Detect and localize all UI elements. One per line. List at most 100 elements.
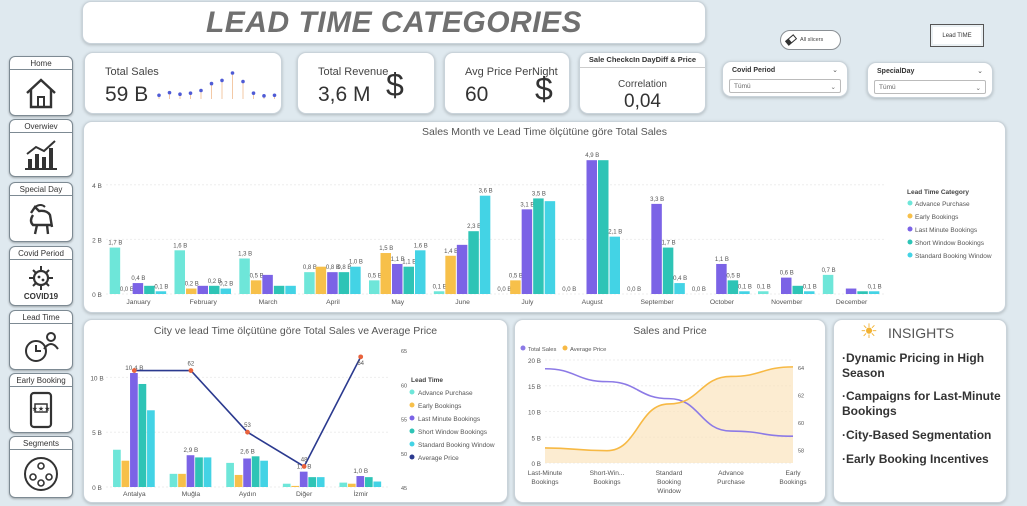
legend-marker bbox=[409, 454, 415, 460]
spark-point bbox=[209, 81, 214, 86]
insights-card: ☀ INSIGHTS ·Dynamic Pricing in High Seas… bbox=[833, 319, 1007, 503]
spark-point bbox=[199, 88, 203, 93]
bar bbox=[327, 272, 338, 294]
bar bbox=[243, 458, 251, 487]
bar bbox=[282, 483, 291, 487]
y-tick-label: 15 B bbox=[528, 384, 541, 391]
nav-covid-period-button[interactable]: Covid Period COVID19 bbox=[9, 246, 73, 306]
x-tick-label: January bbox=[126, 299, 151, 306]
bar bbox=[456, 244, 468, 294]
bar bbox=[468, 231, 479, 294]
bar bbox=[544, 201, 556, 294]
data-label: 1,1 B bbox=[715, 257, 729, 263]
legend-label: Advance Purchase bbox=[915, 201, 970, 208]
bar bbox=[857, 291, 868, 294]
nav-segments-button[interactable]: Segments bbox=[9, 436, 73, 498]
bar bbox=[758, 291, 769, 294]
legend-label: Short Window Bookings bbox=[915, 240, 985, 247]
special-day-select[interactable]: Tümü ⌄ bbox=[874, 80, 986, 94]
legend-marker bbox=[907, 239, 913, 245]
bar bbox=[792, 285, 803, 294]
x-tick-label: Booking bbox=[657, 479, 681, 486]
bar bbox=[674, 283, 685, 294]
x-tick-label: İzmir bbox=[353, 489, 368, 498]
covid-period-slicer-label: Covid Period bbox=[732, 67, 776, 74]
nav-label: Overwiev bbox=[10, 120, 72, 133]
bar bbox=[285, 285, 296, 294]
x-tick-label: Bookings bbox=[779, 479, 807, 486]
svg-text:★★★: ★★★ bbox=[32, 405, 51, 413]
legend-marker bbox=[409, 402, 415, 408]
y2-tick-label: 50 bbox=[401, 452, 407, 458]
bar bbox=[445, 255, 456, 294]
total-revenue-value: 3,6 M bbox=[318, 83, 371, 106]
y-tick-label: 10 B bbox=[528, 410, 541, 417]
data-label: 0,1 B bbox=[738, 284, 752, 290]
bar bbox=[155, 291, 167, 294]
nav-special-day-button[interactable]: Special Day bbox=[9, 182, 73, 242]
nav-early-booking-button[interactable]: Early Booking ★★★ bbox=[9, 373, 73, 433]
nav-overwiev-button[interactable]: Overwiev bbox=[9, 119, 73, 177]
covid-period-slicer[interactable]: Covid Period ⌄ Tümü ⌄ bbox=[722, 61, 848, 97]
data-label: 0,7 B bbox=[822, 268, 836, 274]
bar bbox=[291, 485, 300, 487]
nav-home-button[interactable]: Home bbox=[9, 56, 73, 116]
bar bbox=[868, 291, 880, 294]
lead-time-button[interactable]: Lead TIME bbox=[930, 24, 984, 47]
data-label: 1,3 B bbox=[238, 252, 252, 258]
nav-label: Home bbox=[10, 57, 72, 70]
data-label: 0,2 B bbox=[219, 282, 233, 288]
special-day-slicer-label: SpecialDay bbox=[877, 68, 915, 75]
total-sales-sparkline bbox=[157, 71, 277, 99]
spark-point bbox=[241, 79, 245, 84]
data-label: 0,0 B bbox=[627, 287, 641, 293]
legend-label: Short Window Bookings bbox=[418, 429, 488, 436]
all-slicers-button[interactable]: All slicers bbox=[780, 30, 841, 50]
data-label: 1,0 B bbox=[349, 260, 363, 266]
legend-marker bbox=[409, 428, 415, 434]
y-tick-label: 0 B bbox=[532, 461, 541, 468]
data-label: 1,7 B bbox=[662, 241, 676, 247]
legend-marker bbox=[907, 213, 913, 219]
x-tick-label: Standard bbox=[656, 470, 683, 477]
bar bbox=[433, 291, 445, 294]
bar bbox=[308, 477, 317, 487]
data-label: 0,1 B bbox=[757, 284, 771, 290]
data-label: 3,1 B bbox=[520, 202, 534, 208]
line-data-label: 53 bbox=[244, 423, 251, 429]
avg-price-value: 60 bbox=[465, 83, 489, 106]
sales-price-chart-card: Sales and Price 0 B5 B 10 B 15 B 20 B 58 60 62… bbox=[514, 319, 826, 503]
bar bbox=[132, 283, 144, 294]
insight-item: ·Dynamic Pricing in High Season bbox=[842, 351, 985, 380]
data-label: 0,0 B bbox=[120, 287, 134, 293]
data-label: 0,5 B bbox=[509, 273, 523, 279]
y-tick-label: 0 B bbox=[92, 485, 102, 492]
data-label: 3,5 B bbox=[532, 191, 546, 197]
bar bbox=[804, 291, 815, 294]
bar bbox=[338, 272, 350, 294]
legend-marker bbox=[907, 252, 913, 258]
nav-lead-time-button[interactable]: Lead Time bbox=[9, 310, 73, 370]
legend-marker bbox=[520, 345, 526, 351]
y-tick-label: 20 B bbox=[528, 358, 541, 365]
house-icon bbox=[24, 76, 58, 110]
bar bbox=[130, 373, 138, 487]
bar bbox=[845, 288, 857, 294]
bar bbox=[186, 455, 195, 487]
average-price-point bbox=[358, 354, 364, 360]
avg-price-card: Avg Price PerNight 60 $ bbox=[444, 52, 570, 114]
covid-period-select[interactable]: Tümü ⌄ bbox=[729, 79, 841, 93]
data-label: 0,2 B bbox=[185, 282, 199, 288]
legend-marker bbox=[562, 345, 568, 351]
bar bbox=[299, 471, 308, 487]
x-tick-label: December bbox=[836, 299, 868, 306]
bar bbox=[174, 250, 185, 294]
data-label: 0,1 B bbox=[154, 284, 168, 290]
legend-marker bbox=[409, 441, 415, 447]
bar bbox=[716, 263, 727, 294]
bar bbox=[339, 482, 348, 487]
special-day-slicer[interactable]: SpecialDay ⌄ Tümü ⌄ bbox=[867, 62, 993, 98]
bar bbox=[260, 460, 268, 487]
data-label: 1,7 B bbox=[108, 241, 122, 247]
chevron-down-icon: ⌄ bbox=[977, 68, 983, 75]
